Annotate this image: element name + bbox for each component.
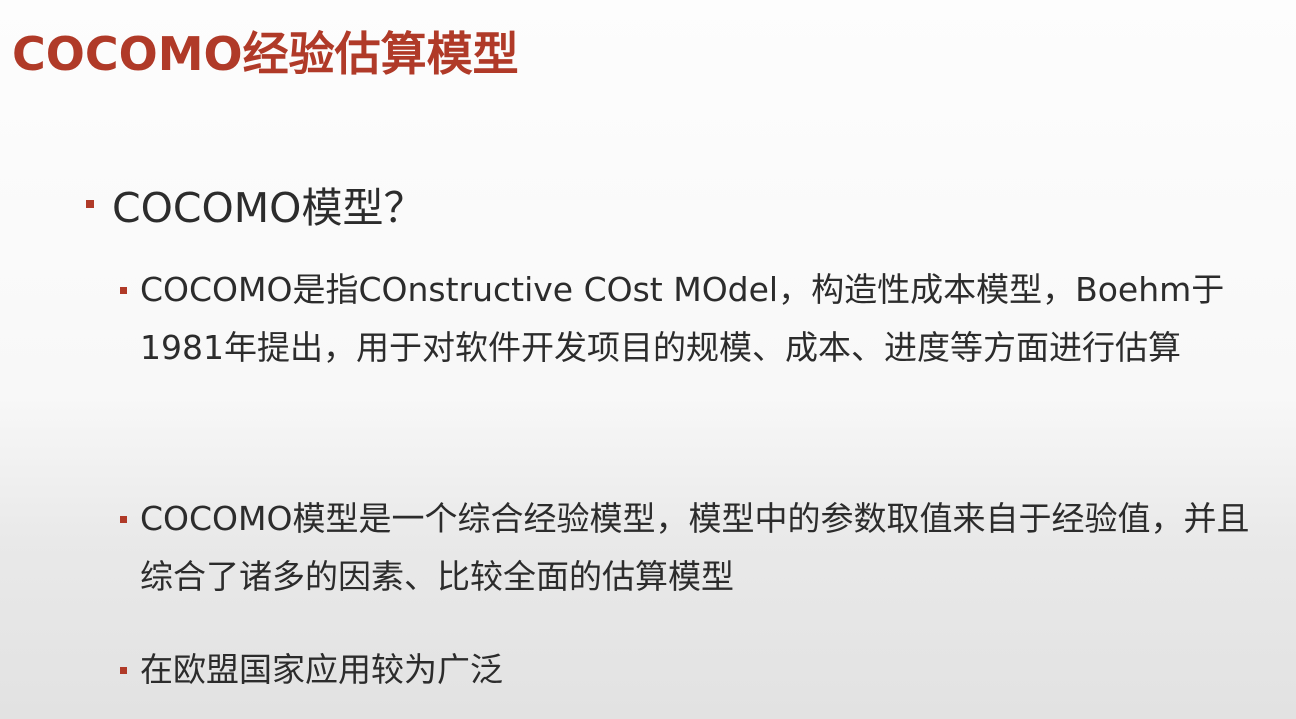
bullet-marker bbox=[120, 667, 127, 674]
sub-bullet-text: 在欧盟国家应用较为广泛 bbox=[140, 650, 503, 689]
bullet-marker bbox=[86, 200, 94, 208]
sub-bullet-usage: 在欧盟国家应用较为广泛 bbox=[120, 641, 1260, 699]
bullet-marker bbox=[120, 287, 127, 294]
heading-bullet-text: COCOMO模型？ bbox=[112, 184, 425, 232]
bullet-marker bbox=[120, 516, 127, 523]
sub-bullet-text: COCOMO模型是一个综合经验模型，模型中的参数取值来自于经验值，并且综合了诸多… bbox=[140, 499, 1250, 596]
slide-title: COCOMO经验估算模型 bbox=[12, 27, 519, 81]
heading-bullet: COCOMO模型？ bbox=[86, 174, 424, 234]
sub-bullet-text: COCOMO是指COnstructive COst MOdel，构造性成本模型，… bbox=[140, 270, 1225, 367]
sub-bullet-definition: COCOMO是指COnstructive COst MOdel，构造性成本模型，… bbox=[120, 261, 1260, 377]
sub-bullet-empirical-model: COCOMO模型是一个综合经验模型，模型中的参数取值来自于经验值，并且综合了诸多… bbox=[120, 490, 1260, 606]
